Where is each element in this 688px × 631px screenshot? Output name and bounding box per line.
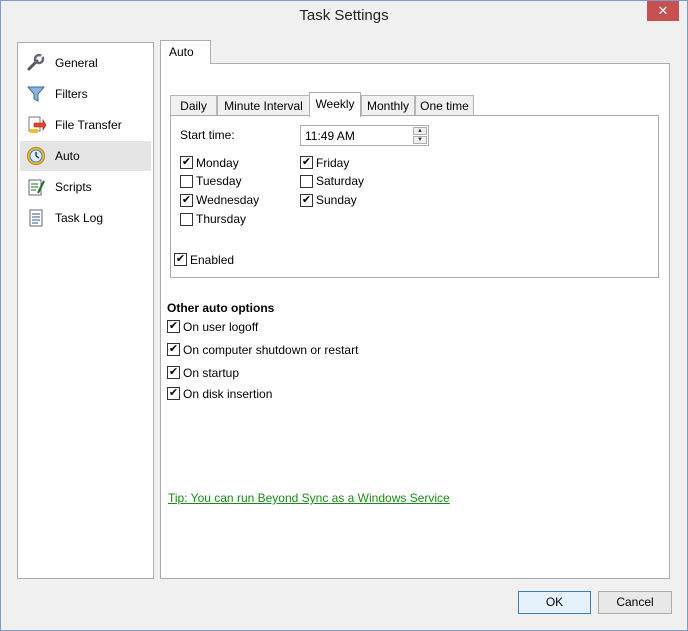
weekly-settings-panel: Start time: 11:49 AM ▲ ▼ ✔ Monday Tuesda… xyxy=(170,115,659,278)
title-bar: Task Settings ✕ xyxy=(1,1,687,32)
dialog-client-area: General Filters File Transfer Auto Scrip… xyxy=(8,32,680,624)
checkbox-sunday[interactable]: ✔ xyxy=(300,194,313,207)
nav-item-auto[interactable]: Auto xyxy=(20,141,151,171)
auto-panel: Daily Minute Interval Weekly Monthly One… xyxy=(160,63,670,579)
windows-service-tip-link[interactable]: Tip: You can run Beyond Sync as a Window… xyxy=(168,491,450,505)
label-on-user-logoff: On user logoff xyxy=(183,320,259,334)
subtab-daily[interactable]: Daily xyxy=(170,95,217,116)
ok-button[interactable]: OK xyxy=(518,591,591,614)
checkbox-on-shutdown-restart[interactable]: ✔ xyxy=(167,343,180,356)
nav-item-filters[interactable]: Filters xyxy=(20,79,151,109)
script-icon xyxy=(28,179,45,196)
nav-item-task-log[interactable]: Task Log xyxy=(20,203,151,233)
nav-label-filters: Filters xyxy=(55,87,88,101)
label-saturday: Saturday xyxy=(316,174,365,188)
other-options-heading: Other auto options xyxy=(167,301,275,315)
wrench-icon xyxy=(27,53,45,71)
nav-label-file-transfer: File Transfer xyxy=(55,118,122,132)
start-time-spin-buttons: ▲ ▼ xyxy=(413,127,427,144)
nav-label-auto: Auto xyxy=(55,149,80,163)
subtab-weekly[interactable]: Weekly xyxy=(309,92,361,117)
label-enabled: Enabled xyxy=(190,253,235,267)
spin-up-icon[interactable]: ▲ xyxy=(413,127,427,135)
file-transfer-icon xyxy=(28,116,46,133)
label-monday: Monday xyxy=(196,156,239,170)
funnel-icon xyxy=(26,86,46,102)
spin-down-icon[interactable]: ▼ xyxy=(413,136,427,144)
checkbox-tuesday[interactable] xyxy=(180,175,193,188)
label-on-disk-insertion: On disk insertion xyxy=(183,387,273,401)
label-friday: Friday xyxy=(316,156,350,170)
clock-icon xyxy=(27,147,45,165)
window-title: Task Settings xyxy=(299,7,389,24)
label-sunday: Sunday xyxy=(316,193,357,207)
subtab-one-time[interactable]: One time xyxy=(415,95,474,116)
subtab-minute-interval[interactable]: Minute Interval xyxy=(217,95,310,116)
label-on-shutdown-restart: On computer shutdown or restart xyxy=(183,343,359,357)
label-tuesday: Tuesday xyxy=(196,174,242,188)
category-list: General Filters File Transfer Auto Scrip… xyxy=(17,42,154,579)
checkbox-wednesday[interactable]: ✔ xyxy=(180,194,193,207)
tab-auto[interactable]: Auto xyxy=(160,40,211,64)
label-thursday: Thursday xyxy=(196,212,247,226)
start-time-label: Start time: xyxy=(180,128,235,142)
subtab-monthly[interactable]: Monthly xyxy=(361,95,415,116)
label-on-startup: On startup xyxy=(183,366,240,380)
nav-label-task-log: Task Log xyxy=(55,211,104,225)
checkbox-saturday[interactable] xyxy=(300,175,313,188)
start-time-value: 11:49 AM xyxy=(305,129,355,143)
checkbox-on-user-logoff[interactable]: ✔ xyxy=(167,320,180,333)
close-button[interactable]: ✕ xyxy=(647,1,679,21)
checkbox-monday[interactable]: ✔ xyxy=(180,156,193,169)
checkbox-on-startup[interactable]: ✔ xyxy=(167,366,180,379)
label-wednesday: Wednesday xyxy=(196,193,260,207)
checkbox-enabled[interactable]: ✔ xyxy=(174,253,187,266)
nav-item-scripts[interactable]: Scripts xyxy=(20,172,151,202)
cancel-button[interactable]: Cancel xyxy=(598,591,672,614)
nav-label-general: General xyxy=(55,56,98,70)
nav-item-general[interactable]: General xyxy=(20,48,151,78)
nav-item-file-transfer[interactable]: File Transfer xyxy=(20,110,151,140)
log-icon xyxy=(29,209,43,227)
nav-label-scripts: Scripts xyxy=(55,180,92,194)
checkbox-thursday[interactable] xyxy=(180,213,193,226)
checkbox-on-disk-insertion[interactable]: ✔ xyxy=(167,387,180,400)
task-settings-window: Task Settings ✕ General Filters File Tra… xyxy=(0,0,688,631)
start-time-picker[interactable]: 11:49 AM ▲ ▼ xyxy=(300,125,429,146)
checkbox-friday[interactable]: ✔ xyxy=(300,156,313,169)
